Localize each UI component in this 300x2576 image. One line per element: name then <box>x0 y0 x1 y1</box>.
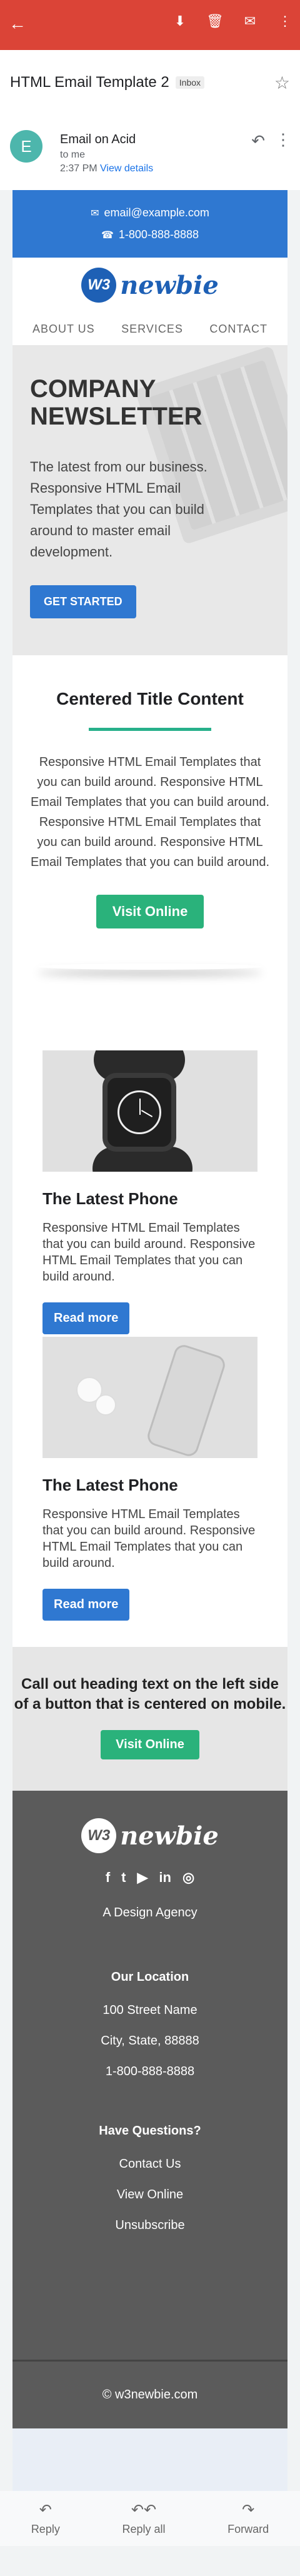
top-actions: ⬇ 🗑 ✉ ⋮ <box>171 13 294 30</box>
inbox-badge[interactable]: Inbox <box>175 76 205 89</box>
earbud-icon <box>95 1394 116 1416</box>
contact-us-link[interactable]: Contact Us <box>12 2157 288 2171</box>
location-heading: Our Location <box>111 1970 189 1984</box>
logo[interactable]: W3 newbie <box>81 268 219 303</box>
email-action-bar: ↶ Reply ↶↶ Reply all ↷ Forward <box>0 2491 300 2546</box>
sender-info: Email on Acid to me 2:37 PM View details <box>60 131 153 175</box>
questions-heading: Have Questions? <box>99 2124 201 2138</box>
contact-bar: ✉ email@example.com ☎ 1-800-888-8888 <box>12 190 288 258</box>
card-text: Responsive HTML Email Templates that you… <box>42 1221 256 1284</box>
read-more-button[interactable]: Read more <box>42 1302 130 1334</box>
brand-header: W3 newbie <box>12 258 288 313</box>
hero-text: The latest from our business. Responsive… <box>30 459 208 560</box>
mail-icon[interactable]: ✉ <box>241 13 259 30</box>
address-line: 100 Street Name <box>102 2003 198 2017</box>
social-links: f t ▶ in ◎ <box>12 1869 288 1886</box>
forward-icon: ↷ <box>242 2502 255 2518</box>
get-started-button[interactable]: GET STARTED <box>30 585 136 619</box>
centered-title: Centered Title Content <box>56 689 244 708</box>
title-divider <box>89 728 211 731</box>
facebook-icon[interactable]: f <box>106 1869 110 1886</box>
nav-menu: ABOUT US SERVICES CONTACT <box>12 313 288 345</box>
contact-email-line[interactable]: ✉ email@example.com <box>91 206 209 219</box>
nav-item-services[interactable]: SERVICES <box>121 323 183 336</box>
youtube-icon[interactable]: ▶ <box>137 1869 148 1886</box>
gmail-top-bar: ← ⬇ 🗑 ✉ ⋮ <box>0 0 300 50</box>
address-line: City, State, 88888 <box>101 2034 199 2048</box>
sent-time-row: 2:37 PM View details <box>60 162 153 176</box>
reply-icon[interactable]: ↶ <box>251 131 265 151</box>
reply-icon: ↶ <box>39 2502 52 2518</box>
unsubscribe-link[interactable]: Unsubscribe <box>12 2218 288 2233</box>
recipient-label[interactable]: to me <box>60 148 153 162</box>
agency-tagline: A Design Agency <box>102 1906 198 1919</box>
delete-icon[interactable]: 🗑 <box>206 13 224 30</box>
footer-phone[interactable]: 1-800-888-8888 <box>12 2065 288 2079</box>
archive-icon[interactable]: ⬇ <box>171 13 189 30</box>
card-title: The Latest Phone <box>42 1476 178 1494</box>
phone-icon: ☎ <box>101 229 114 241</box>
product-card: The Latest Phone Responsive HTML Email T… <box>12 1337 288 1647</box>
sender-row: E Email on Acid to me 2:37 PM View detai… <box>0 115 300 190</box>
visit-online-button[interactable]: Visit Online <box>101 1729 199 1759</box>
contact-phone-line[interactable]: ☎ 1-800-888-8888 <box>101 228 199 241</box>
linkedin-icon[interactable]: in <box>159 1869 171 1886</box>
logo-badge: W3 <box>81 1818 117 1853</box>
contact-phone[interactable]: 1-800-888-8888 <box>119 228 199 241</box>
envelope-icon: ✉ <box>91 208 99 219</box>
footer-logo[interactable]: W3 newbie <box>12 1818 288 1853</box>
view-online-link[interactable]: View Online <box>12 2188 288 2202</box>
subject-row: HTML Email Template 2 Inbox ☆ <box>0 50 300 115</box>
visit-online-button[interactable]: Visit Online <box>96 895 204 928</box>
centered-text: Responsive HTML Email Templates that you… <box>30 755 270 869</box>
card-title: The Latest Phone <box>42 1189 178 1208</box>
copyright: © w3newbie.com <box>12 2360 288 2428</box>
hero-title: COMPANY NEWSLETTER <box>30 375 202 430</box>
reply-all-button[interactable]: ↶↶ Reply all <box>122 2501 165 2536</box>
callout-title: Call out heading text on the left side o… <box>14 1676 286 1713</box>
section-shadow <box>38 963 262 970</box>
more-vert-icon[interactable]: ⋮ <box>275 130 291 149</box>
back-arrow-icon[interactable]: ← <box>9 15 26 33</box>
email-subject: HTML Email Template 2 <box>10 74 169 91</box>
contact-email[interactable]: email@example.com <box>104 206 209 219</box>
phone-icon <box>145 1342 228 1458</box>
read-more-button[interactable]: Read more <box>42 1589 130 1621</box>
watch-icon <box>102 1073 176 1152</box>
reply-label: Reply <box>31 2523 60 2535</box>
phone-image <box>42 1337 258 1458</box>
logo-badge: W3 <box>81 268 117 303</box>
logo-text: newbie <box>120 270 219 300</box>
product-card: The Latest Phone Responsive HTML Email T… <box>12 1027 288 1337</box>
star-icon[interactable]: ☆ <box>274 73 290 93</box>
email-body: ✉ email@example.com ☎ 1-800-888-8888 W3 … <box>0 190 300 2491</box>
more-vert-icon[interactable]: ⋮ <box>276 13 294 30</box>
instagram-icon[interactable]: ◎ <box>182 1869 194 1886</box>
twitter-icon[interactable]: t <box>121 1869 126 1886</box>
footer: W3 newbie f t ▶ in ◎ A Design Agency Our… <box>12 1791 288 2360</box>
reply-all-icon: ↶↶ <box>131 2502 157 2518</box>
view-details-link[interactable]: View details <box>100 163 153 174</box>
sent-time: 2:37 PM <box>60 163 98 174</box>
clock-face <box>118 1090 161 1134</box>
sender-name[interactable]: Email on Acid <box>60 131 153 148</box>
watch-image <box>42 1050 258 1172</box>
bottom-spacer <box>12 2428 288 2491</box>
forward-button[interactable]: ↷ Forward <box>228 2501 269 2536</box>
avatar[interactable]: E <box>10 130 42 163</box>
reply-button[interactable]: ↶ Reply <box>31 2501 60 2536</box>
nav-item-contact[interactable]: CONTACT <box>209 323 268 336</box>
nav-item-about-us[interactable]: ABOUT US <box>32 323 95 336</box>
callout-section: Call out heading text on the left side o… <box>12 1647 288 1791</box>
card-text: Responsive HTML Email Templates that you… <box>42 1507 256 1570</box>
centered-section: Centered Title Content Responsive HTML E… <box>12 655 288 1027</box>
forward-label: Forward <box>228 2523 269 2535</box>
hero-section: COMPANY NEWSLETTER The latest from our b… <box>12 345 288 655</box>
reply-all-label: Reply all <box>122 2523 166 2535</box>
logo-text: newbie <box>120 1821 219 1851</box>
